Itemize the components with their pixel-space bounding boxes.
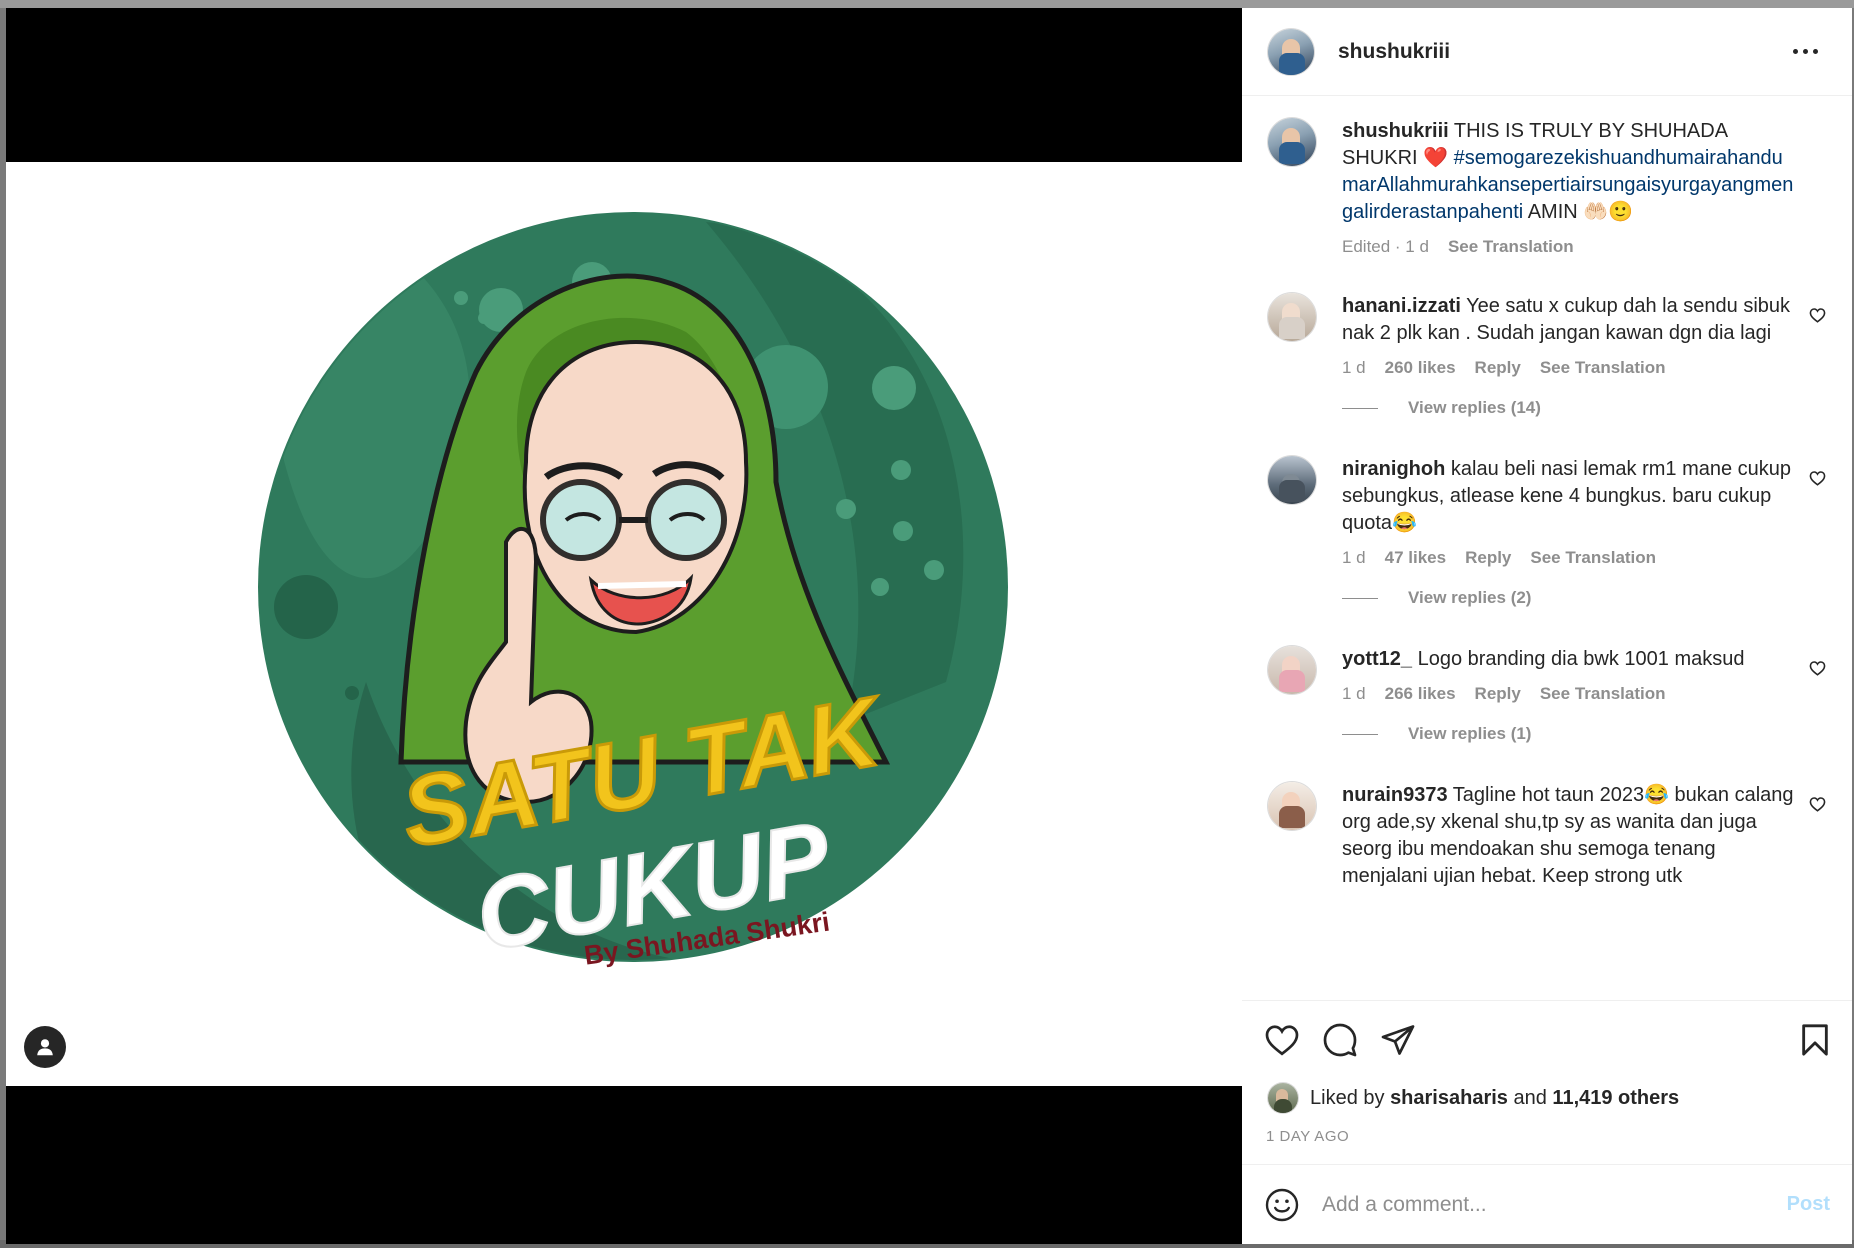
comment-item: hanani.izzati Yee satu x cukup dah la se… — [1268, 293, 1826, 418]
bookmark-icon[interactable] — [1800, 1023, 1830, 1057]
comment-username[interactable]: yott12_ — [1342, 648, 1412, 670]
post-comment-button[interactable]: Post — [1787, 1193, 1830, 1216]
post-image: SATU TAK CUKUP By Shuhada Shukri — [6, 162, 1242, 1086]
comment-see-translation[interactable]: See Translation — [1540, 684, 1666, 704]
comment-heart-icon[interactable] — [1809, 660, 1826, 681]
comment-text: Logo branding dia bwk 1001 maksud — [1412, 648, 1745, 670]
view-replies-button[interactable]: View replies (1) — [1342, 724, 1826, 744]
likes-summary: Liked by sharisaharis and 11,419 others — [1242, 1078, 1852, 1118]
satu-tak-cukup-logo: SATU TAK CUKUP By Shuhada Shukri — [258, 212, 1008, 974]
comment-heart-icon[interactable] — [1809, 307, 1826, 328]
caption-tail: AMIN 🤲🏻🙂 — [1523, 201, 1634, 223]
comment-likes[interactable]: 266 likes — [1385, 684, 1456, 704]
heart-icon[interactable] — [1264, 1023, 1300, 1056]
commenter-avatar[interactable] — [1268, 646, 1316, 694]
comment-see-translation[interactable]: See Translation — [1540, 358, 1666, 378]
post-modal: SATU TAK CUKUP By Shuhada Shukri shushuk… — [6, 8, 1852, 1244]
comment-time: 1 d — [1342, 358, 1366, 377]
emoji-smile-icon[interactable] — [1264, 1187, 1300, 1223]
post-media: SATU TAK CUKUP By Shuhada Shukri — [6, 8, 1242, 1244]
author-username[interactable]: shushukriii — [1338, 40, 1450, 64]
commenter-avatar[interactable] — [1268, 456, 1316, 504]
post-caption: shushukriii THIS IS TRULY BY SHUHADA SHU… — [1268, 118, 1826, 257]
post-header: shushukriii — [1242, 8, 1852, 96]
likes-others[interactable]: 11,419 others — [1552, 1087, 1679, 1110]
caption-username[interactable]: shushukriii — [1342, 120, 1449, 142]
paper-plane-icon[interactable] — [1380, 1022, 1416, 1058]
likes-and: and — [1513, 1086, 1547, 1109]
view-replies-button[interactable]: View replies (14) — [1342, 398, 1826, 418]
comment-reply-button[interactable]: Reply — [1465, 548, 1511, 568]
comment-time: 1 d — [1342, 548, 1366, 567]
comment-reply-button[interactable]: Reply — [1475, 684, 1521, 704]
comment-username[interactable]: nurain9373 — [1342, 784, 1448, 806]
comment-input[interactable] — [1320, 1191, 1787, 1218]
caption-edited-time: Edited · 1 d — [1342, 237, 1429, 256]
liker-username[interactable]: sharisaharis — [1390, 1087, 1508, 1110]
commenter-avatar[interactable] — [1268, 782, 1316, 830]
post-actions-bar — [1242, 1000, 1852, 1078]
comment-item: nurain9373 Tagline hot taun 2023😂 bukan … — [1268, 782, 1826, 890]
comment-username[interactable]: niranighoh — [1342, 458, 1445, 480]
liker-avatar[interactable] — [1268, 1083, 1298, 1113]
comment-reply-button[interactable]: Reply — [1475, 358, 1521, 378]
comment-username[interactable]: hanani.izzati — [1342, 295, 1461, 317]
caption-see-translation[interactable]: See Translation — [1448, 237, 1574, 257]
comment-item: yott12_ Logo branding dia bwk 1001 maksu… — [1268, 646, 1826, 744]
post-timestamp[interactable]: 1 DAY AGO — [1242, 1128, 1852, 1164]
comment-likes[interactable]: 47 likes — [1385, 548, 1446, 568]
comment-bubble-icon[interactable] — [1322, 1022, 1358, 1058]
comment-time: 1 d — [1342, 684, 1366, 703]
comment-heart-icon[interactable] — [1809, 796, 1826, 817]
comment-heart-icon[interactable] — [1809, 470, 1826, 491]
caption-avatar[interactable] — [1268, 118, 1316, 166]
commenter-avatar[interactable] — [1268, 293, 1316, 341]
background-page-edge — [0, 0, 1854, 8]
more-horizontal-icon[interactable] — [1785, 41, 1826, 62]
comment-likes[interactable]: 260 likes — [1385, 358, 1456, 378]
likes-prefix: Liked by — [1310, 1086, 1385, 1109]
user-tag-icon[interactable] — [24, 1026, 66, 1068]
post-side-panel: shushukriii shushukriii THIS IS TRULY BY… — [1242, 8, 1852, 1244]
comment-see-translation[interactable]: See Translation — [1530, 548, 1656, 568]
view-replies-button[interactable]: View replies (2) — [1342, 588, 1826, 608]
add-comment-bar: Post — [1242, 1164, 1852, 1244]
comment-item: niranighoh kalau beli nasi lemak rm1 man… — [1268, 456, 1826, 608]
comments-list[interactable]: shushukriii THIS IS TRULY BY SHUHADA SHU… — [1242, 96, 1852, 1000]
author-avatar[interactable] — [1268, 28, 1314, 75]
